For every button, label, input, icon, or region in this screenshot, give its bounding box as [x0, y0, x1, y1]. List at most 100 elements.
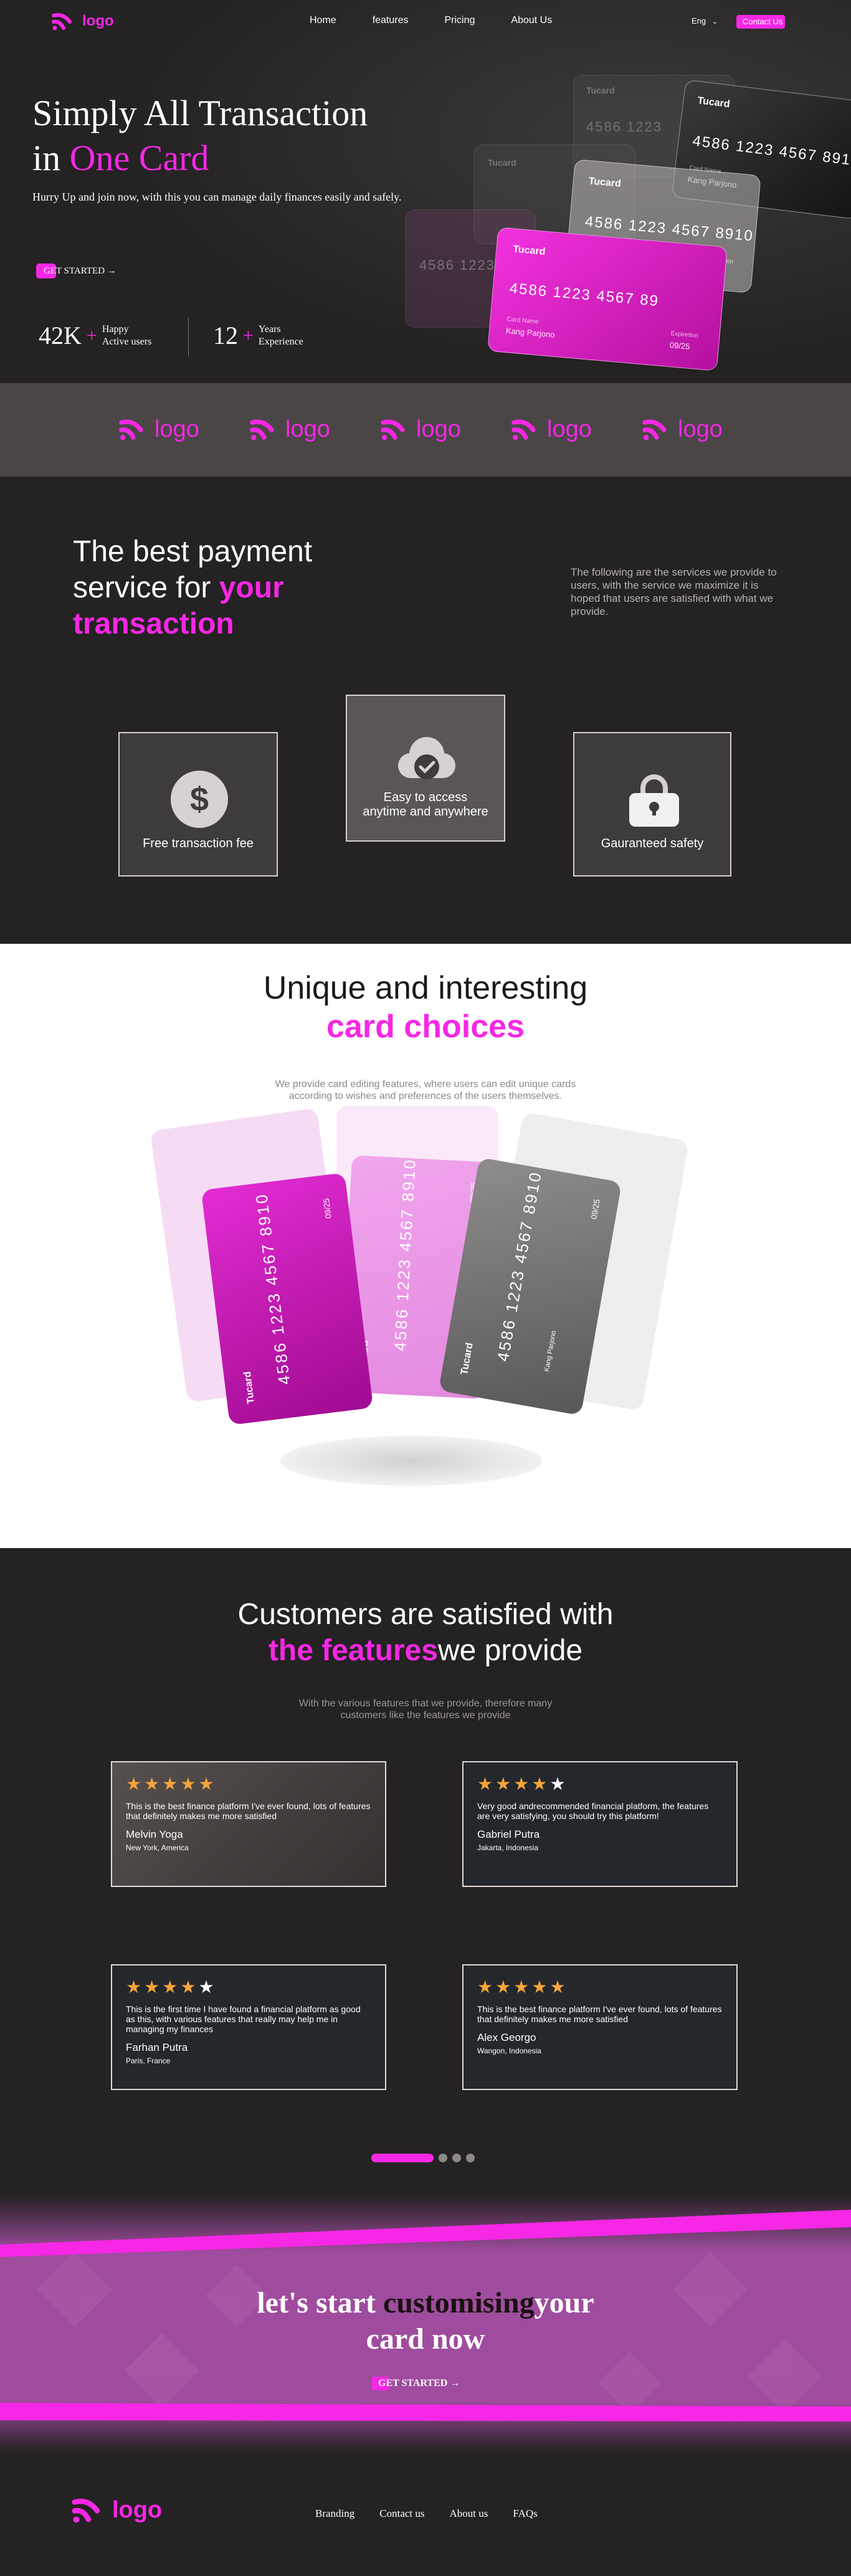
footer-link-about[interactable]: About us — [450, 2507, 488, 2520]
footer-link-branding[interactable]: Branding — [315, 2507, 354, 2520]
hero-section: logo Home features Pricing About Us Eng … — [0, 0, 851, 383]
services-title-accent: your — [219, 571, 284, 604]
testimonials-description: With the various features that we provid… — [0, 1698, 851, 1721]
star-icon: ★ — [180, 1977, 196, 1997]
card-number: 4586 1223 4567 8910 — [493, 1169, 546, 1363]
rating-stars: ★ ★ ★ ★ ★ — [126, 1775, 371, 1794]
stat-years: 12 + Years Experience — [213, 321, 303, 350]
slider-dot[interactable] — [452, 2154, 461, 2162]
stat-label-line1: Years — [258, 323, 281, 335]
footer-link-faqs[interactable]: FAQs — [513, 2507, 537, 2520]
reviewer-name: Farhan Putra — [126, 2041, 188, 2053]
review-text: This is the best finance platform I've e… — [477, 2004, 722, 2024]
cta-get-started-button[interactable]: GET STARTED → — [372, 2377, 460, 2390]
get-started-button[interactable]: GET STARTED → — [36, 263, 116, 279]
footer-link-contact[interactable]: Contact us — [379, 2507, 424, 2520]
partner-logo: logo — [118, 416, 199, 443]
rating-stars: ★ ★ ★ ★ ★ — [126, 1978, 371, 1997]
star-icon: ★ — [144, 1774, 160, 1794]
nav-link-home[interactable]: Home — [310, 15, 336, 26]
service-label-line1: Easy to access — [383, 791, 468, 804]
card-brand: Tucard — [512, 244, 546, 257]
svg-text:$: $ — [190, 781, 209, 818]
logo-text: logo — [82, 12, 114, 29]
review-text: Very good andrecommended financial platf… — [477, 1801, 709, 1821]
reviewer-location: Wangon, Indonesia — [477, 2046, 541, 2055]
logo-text: logo — [285, 416, 330, 442]
lock-icon — [629, 774, 679, 827]
stat-label-line2: Active users — [102, 336, 152, 347]
logo-text: logo — [155, 416, 199, 442]
contact-us-button[interactable]: Contact Us — [736, 15, 786, 29]
slider-dot[interactable] — [439, 2154, 447, 2162]
contact-us-label: Contact Us — [743, 17, 783, 26]
rating-stars: ★ ★ ★ ★ ★ — [477, 1978, 723, 1997]
card-choices-title-line1: Unique and interesting — [263, 970, 588, 1006]
service-card-fee: $ Free transaction fee — [118, 732, 278, 877]
star-icon: ★ — [180, 1774, 196, 1794]
review-card: ★ ★ ★ ★ ★ This is the best finance platform … — [111, 1761, 386, 1887]
review-text: This is the best finance platform I've e… — [126, 1801, 371, 1821]
star-icon: ★ — [477, 1774, 493, 1794]
testimonials-title-rest: we provide — [437, 1634, 583, 1667]
partner-logo: logo — [642, 416, 723, 443]
language-selector[interactable]: Eng ⌄ — [692, 16, 718, 26]
card-choices-section: Unique and interesting card choices We p… — [0, 944, 851, 1548]
star-icon: ★ — [198, 1774, 214, 1794]
star-icon: ★ — [126, 1977, 142, 1997]
card-brand: Tucard — [459, 1341, 475, 1376]
star-icon: ★ — [144, 1977, 160, 1997]
slider-dot-active[interactable] — [371, 2154, 434, 2162]
logo-icon — [72, 2498, 100, 2523]
services-description: The following are the services we provid… — [571, 566, 777, 617]
cards-shadow — [280, 1436, 542, 1486]
card-number: 4586 1223 — [419, 257, 495, 273]
reviewer-name: Gabriel Putra — [477, 1828, 540, 1840]
card-choices-description-line1: We provide card editing features, where … — [275, 1079, 576, 1090]
top-navigation: logo Home features Pricing About Us Eng … — [0, 0, 851, 44]
reviewer-location: Paris, France — [126, 2056, 171, 2065]
card-number: 4586 1223 4567 8910 — [252, 1191, 294, 1386]
testimonials-title-accent: the features — [268, 1634, 438, 1667]
logo-icon — [381, 419, 405, 440]
credit-card-pink: Tucard 4586 1223 4567 89 Card Name Kang … — [487, 227, 728, 371]
services-section: The best payment service for your transa… — [0, 477, 851, 944]
logo-text: logo — [416, 416, 461, 442]
card-expiry: 09/25 — [669, 340, 691, 351]
services-title-accent-line3: transaction — [73, 607, 234, 640]
logo-text: logo — [678, 416, 723, 442]
logo-icon — [511, 419, 536, 440]
testimonials-title-line1: Customers are satisfied with — [237, 1598, 614, 1631]
review-text: This is the first time I have found a fi… — [126, 2004, 361, 2034]
card-holder: Kang Parjono — [505, 326, 556, 340]
stat-divider — [188, 318, 189, 356]
slider-pagination — [371, 2154, 475, 2162]
card-choices-description: We provide card editing features, where … — [0, 1078, 851, 1102]
nav-links: Home features Pricing About Us — [310, 15, 588, 26]
nav-link-features[interactable]: features — [373, 15, 409, 26]
nav-logo[interactable]: logo — [51, 11, 114, 32]
nav-link-pricing[interactable]: Pricing — [445, 15, 475, 26]
cta-title-part2: customising — [383, 2286, 535, 2319]
cloud-check-icon — [398, 737, 455, 779]
card-brand: Tucard — [588, 176, 622, 189]
stat-label: Years Experience — [259, 323, 303, 348]
nav-link-about[interactable]: About Us — [511, 15, 552, 26]
testimonials-description-line2: customers like the features we provide — [340, 1710, 511, 1721]
stat-users: 42K + Happy Active users — [39, 321, 151, 350]
footer-logo[interactable]: logo — [71, 2494, 162, 2526]
slider-dot[interactable] — [466, 2154, 475, 2162]
card-number: 4586 1223 4567 891 — [692, 132, 851, 169]
service-card-access: Easy to access anytime and anywhere — [346, 695, 505, 842]
testimonials-section: Customers are satisfied with the feature… — [0, 1548, 851, 2196]
stat-number: 12 — [213, 321, 238, 349]
partner-logo: logo — [249, 416, 330, 443]
card-choices-description-line2: according to wishes and preferences of t… — [288, 1091, 563, 1101]
footer-links: Branding Contact us About us FAQs — [315, 2507, 563, 2520]
logo-icon — [642, 419, 667, 440]
star-icon: ★ — [126, 1774, 142, 1794]
get-started-label: GET STARTED → — [44, 265, 116, 276]
card-brand: Tucard — [696, 95, 731, 110]
star-icon: ★ — [549, 1977, 566, 1997]
reviewer-location: New York, America — [126, 1843, 189, 1852]
